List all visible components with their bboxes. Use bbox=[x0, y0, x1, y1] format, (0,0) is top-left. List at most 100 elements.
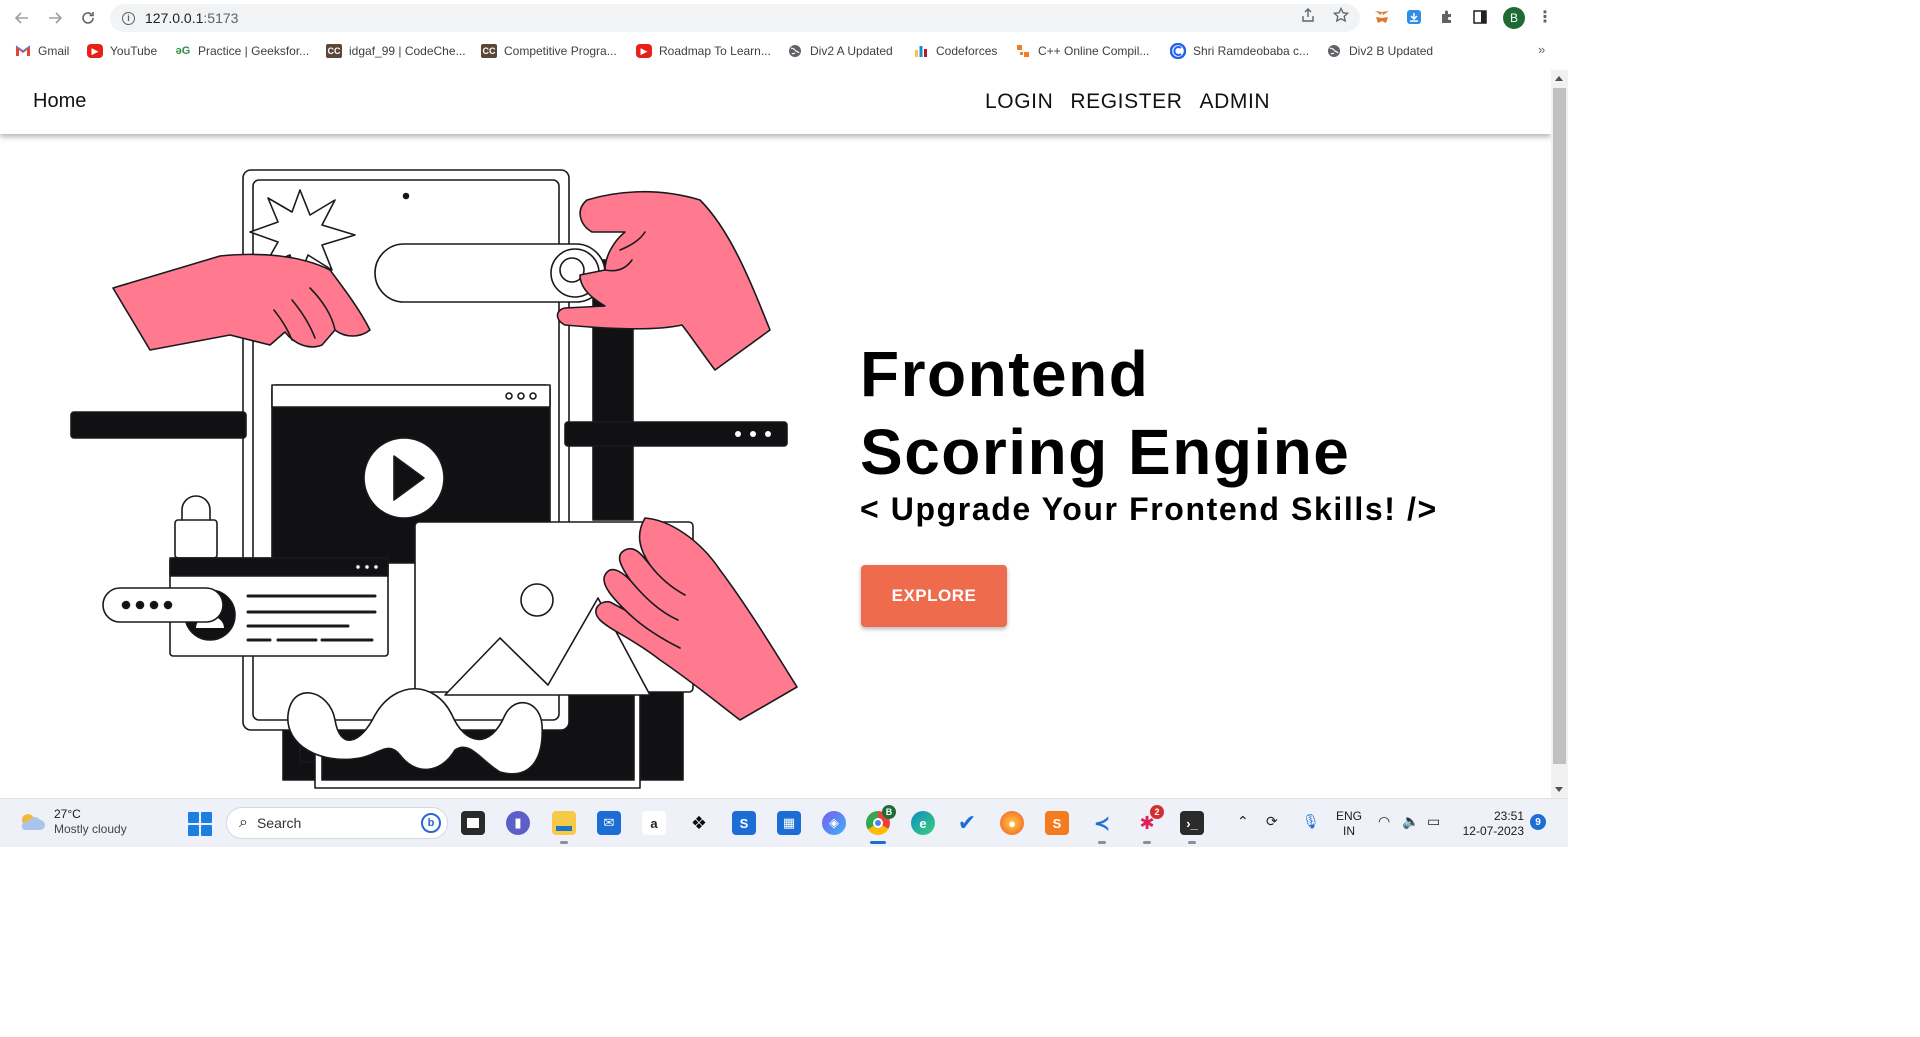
search-icon: ⌕ bbox=[239, 814, 248, 831]
firefox-icon[interactable]: ● bbox=[1000, 811, 1024, 835]
bookmark-label: Practice | Geeksfor... bbox=[198, 44, 310, 58]
vscode-indicator bbox=[1098, 841, 1106, 844]
mail-icon[interactable]: ✉ bbox=[597, 811, 621, 835]
terminal-icon[interactable]: ›_ bbox=[1180, 811, 1204, 835]
bookmarks-overflow-button[interactable]: » bbox=[1538, 42, 1545, 57]
windows-start-icon[interactable] bbox=[188, 812, 212, 836]
bookmark-label: idgaf_99 | CodeChe... bbox=[349, 44, 466, 58]
bookmark-youtube[interactable]: ▶ YouTube bbox=[87, 42, 157, 60]
back-button[interactable] bbox=[11, 7, 33, 29]
bookmark-div2-a[interactable]: Div2 A Updated bbox=[787, 42, 893, 60]
bookmarks-bar: Gmail ▶ YouTube ǝG Practice | Geeksfor..… bbox=[0, 38, 1568, 64]
hero-text-block: Frontend Scoring Engine < Upgrade Your F… bbox=[860, 335, 1438, 528]
password-pill bbox=[102, 587, 224, 623]
globe-icon bbox=[787, 44, 803, 58]
bookmark-label: Gmail bbox=[38, 44, 70, 58]
weather-temperature: 27°C bbox=[54, 807, 81, 821]
taskbar-search-placeholder: Search bbox=[256, 815, 302, 831]
bookmark-label: Roadmap To Learn... bbox=[659, 44, 771, 58]
task-view-icon[interactable] bbox=[461, 811, 485, 835]
bookmark-competitive-programming[interactable]: CC Competitive Progra... bbox=[481, 42, 617, 60]
volume-icon[interactable]: 🔈 bbox=[1402, 813, 1419, 830]
extensions-puzzle-icon[interactable] bbox=[1438, 8, 1456, 26]
nav-home-link[interactable]: Home bbox=[33, 90, 86, 113]
profile-avatar[interactable]: B bbox=[1503, 7, 1525, 29]
microphone-icon[interactable]: 🎙 bbox=[1302, 813, 1320, 830]
terminal-indicator bbox=[1188, 841, 1196, 844]
bookmark-label: Div2 A Updated bbox=[810, 44, 893, 58]
url-host: 127.0.0.1 bbox=[145, 10, 204, 26]
edge-icon[interactable]: e bbox=[911, 811, 935, 835]
nav-login-link[interactable]: LOGIN bbox=[985, 90, 1053, 114]
left-dark-bar bbox=[70, 411, 247, 439]
bookmark-star-icon[interactable] bbox=[1332, 6, 1350, 24]
battery-icon[interactable]: ▭ bbox=[1427, 813, 1440, 830]
language-indicator[interactable]: ENG IN bbox=[1336, 809, 1362, 839]
explore-button[interactable]: EXPLORE bbox=[861, 565, 1007, 627]
nav-register-link[interactable]: REGISTER bbox=[1070, 90, 1182, 114]
forward-button[interactable] bbox=[44, 7, 66, 29]
scroll-down-icon[interactable] bbox=[1555, 787, 1563, 792]
reload-icon bbox=[82, 12, 94, 24]
cloud-icon bbox=[21, 814, 45, 830]
chevron-up-icon[interactable]: ⌃ bbox=[1237, 813, 1249, 830]
nav-admin-link[interactable]: ADMIN bbox=[1200, 90, 1271, 114]
file-explorer-icon[interactable] bbox=[552, 811, 576, 835]
todo-icon[interactable]: ✔ bbox=[955, 810, 979, 835]
bookmark-codechef-profile[interactable]: CC idgaf_99 | CodeChe... bbox=[326, 42, 466, 60]
store-icon[interactable]: ▦ bbox=[777, 811, 801, 835]
college-icon bbox=[1170, 43, 1186, 59]
side-panel-icon[interactable] bbox=[1471, 8, 1489, 26]
address-bar[interactable]: i 127.0.0.1:5173 bbox=[110, 4, 1360, 32]
language-code: ENG bbox=[1336, 809, 1363, 823]
browser-toolbar: i 127.0.0.1:5173 B ⋮ bbox=[0, 0, 1568, 36]
browser-chrome: i 127.0.0.1:5173 B ⋮ Gmail ▶ YouTube ǝG … bbox=[0, 0, 1568, 70]
teams-chat-icon[interactable]: ▮ bbox=[506, 811, 530, 835]
page-viewport: Home LOGIN REGISTER ADMIN Frontend Scori… bbox=[0, 70, 1551, 798]
clock-time: 23:51 bbox=[1493, 809, 1524, 823]
notification-count-badge[interactable]: 9 bbox=[1530, 814, 1546, 830]
url-text: 127.0.0.1:5173 bbox=[145, 10, 238, 26]
bookmark-label: C++ Online Compil... bbox=[1038, 44, 1150, 58]
url-port: :5173 bbox=[203, 10, 239, 26]
nav-links: LOGIN REGISTER ADMIN bbox=[985, 90, 1270, 114]
bookmark-gmail[interactable]: Gmail bbox=[15, 42, 69, 60]
windows-taskbar: 27°C Mostly cloudy ⌕ Search b ▮ ✉ a ❖ S … bbox=[0, 798, 1568, 847]
clock-date: 12-07-2023 bbox=[1462, 824, 1524, 838]
browser-menu-icon[interactable]: ⋮ bbox=[1537, 7, 1553, 29]
sublime-text-icon[interactable]: S bbox=[1045, 811, 1069, 835]
slack-notification-badge: 2 bbox=[1150, 805, 1164, 819]
youtube-icon: ▶ bbox=[87, 44, 103, 58]
file-explorer-indicator bbox=[560, 841, 568, 844]
bing-icon[interactable]: b bbox=[421, 813, 441, 833]
copilot-icon[interactable]: ◈ bbox=[822, 811, 846, 835]
site-info-icon[interactable]: i bbox=[122, 11, 135, 25]
hand-top-right bbox=[556, 190, 771, 371]
wifi-icon[interactable]: ◠ bbox=[1378, 813, 1390, 830]
scrollbar-thumb[interactable] bbox=[1553, 88, 1566, 764]
scroll-up-icon[interactable] bbox=[1555, 76, 1563, 81]
bookmark-cpp-compiler[interactable]: C++ Online Compil... bbox=[1015, 42, 1149, 60]
metamask-extension-icon[interactable] bbox=[1373, 8, 1391, 26]
taskbar-search[interactable]: ⌕ Search b bbox=[226, 807, 448, 839]
bookmark-ramdeobaba[interactable]: Shri Ramdeobaba c... bbox=[1170, 42, 1309, 60]
hero-subtitle: < Upgrade Your Frontend Skills! /> bbox=[860, 491, 1438, 527]
hero-illustration bbox=[70, 169, 798, 789]
bookmark-div2-b[interactable]: Div2 B Updated bbox=[1326, 42, 1433, 60]
share-icon[interactable] bbox=[1299, 6, 1317, 24]
bookmark-geeksforgeeks[interactable]: ǝG Practice | Geeksfor... bbox=[175, 42, 310, 60]
download-extension-icon[interactable] bbox=[1405, 8, 1423, 26]
reload-button[interactable] bbox=[77, 7, 99, 29]
dropbox-icon[interactable]: ❖ bbox=[687, 811, 711, 835]
weather-widget[interactable]: 27°C Mostly cloudy bbox=[18, 807, 127, 837]
bookmark-codeforces[interactable]: Codeforces bbox=[913, 42, 997, 60]
bookmark-roadmap[interactable]: ▶ Roadmap To Learn... bbox=[636, 42, 771, 60]
sketch-app-icon[interactable]: S bbox=[732, 811, 756, 835]
youtube-icon: ▶ bbox=[636, 44, 652, 58]
bookmark-label: Shri Ramdeobaba c... bbox=[1193, 44, 1310, 58]
amazon-icon[interactable]: a bbox=[642, 811, 666, 835]
vscode-icon[interactable]: ≺ bbox=[1090, 811, 1114, 835]
page-scrollbar[interactable] bbox=[1551, 70, 1568, 798]
system-clock[interactable]: 23:51 12-07-2023 bbox=[1458, 809, 1524, 839]
sync-icon[interactable]: ⟳ bbox=[1266, 813, 1278, 830]
